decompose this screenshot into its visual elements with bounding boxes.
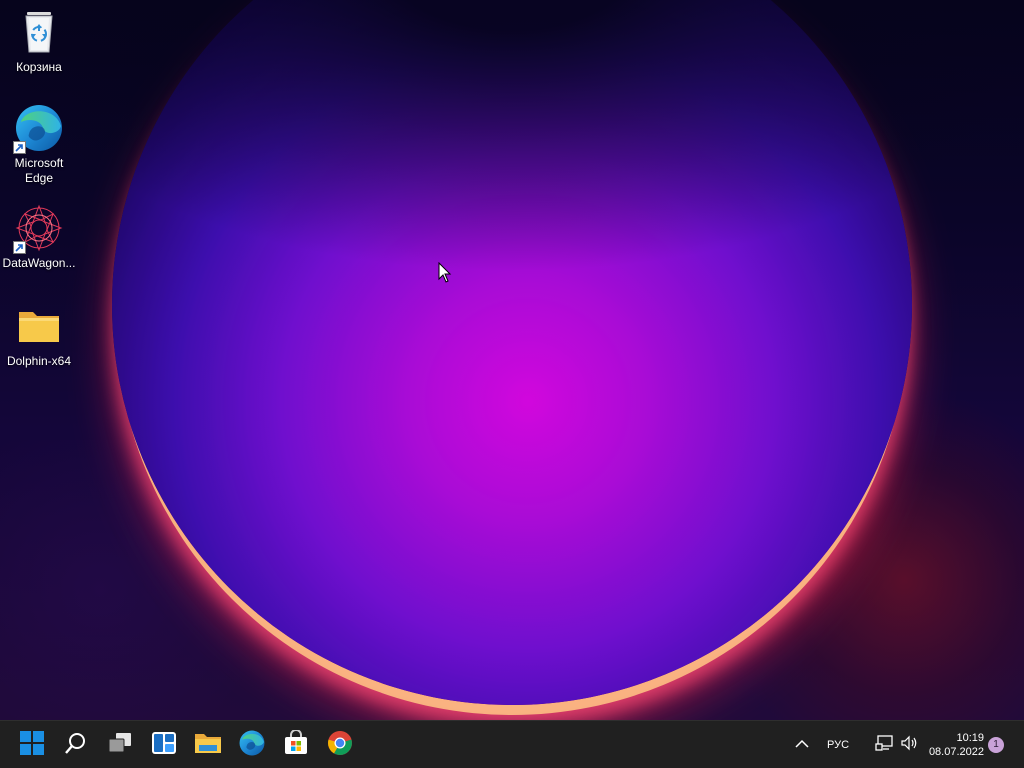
taskbar: РУС 10:19 08.07.2022 1	[0, 720, 1024, 768]
clock-date: 08.07.2022	[928, 746, 984, 758]
language-indicator[interactable]: РУС	[827, 739, 849, 751]
notification-badge[interactable]: 1	[988, 737, 1004, 753]
store-button[interactable]	[276, 727, 316, 763]
tray-overflow-button[interactable]	[784, 727, 820, 763]
chrome-button[interactable]	[320, 727, 360, 763]
desktop-icon-label: Dolphin-x64	[6, 354, 72, 368]
clock-time: 10:19	[956, 732, 984, 744]
start-button[interactable]	[12, 727, 52, 763]
edge-icon	[13, 104, 63, 154]
task-view-icon	[107, 732, 133, 759]
desktop-icon-label: Корзина	[16, 60, 62, 74]
folder-icon	[15, 302, 63, 350]
chrome-icon	[327, 730, 353, 761]
file-explorer-icon	[194, 731, 222, 760]
shortcut-arrow-icon	[13, 141, 26, 154]
desktop-icon-label: Microsoft Edge	[14, 156, 64, 185]
windows-start-icon	[20, 730, 44, 760]
clock-button[interactable]: 10:19 08.07.2022	[918, 727, 984, 763]
desktop-icon-datawagon[interactable]: DataWagon...	[1, 204, 77, 271]
speaker-icon	[901, 735, 919, 756]
desktop-icon-edge[interactable]: Microsoft Edge	[1, 104, 77, 186]
recycle-bin-icon	[15, 8, 63, 56]
widgets-icon	[151, 731, 177, 760]
network-icon	[875, 734, 893, 756]
chevron-up-icon	[795, 736, 809, 754]
desktop-icon-recycle-bin[interactable]: Корзина	[1, 8, 77, 75]
shortcut-arrow-icon	[13, 241, 26, 254]
desktop-wallpaper: Корзина Microsoft Edge DataWagon... Dolp…	[0, 0, 1024, 720]
file-explorer-button[interactable]	[188, 727, 228, 763]
task-view-button[interactable]	[100, 727, 140, 763]
mouse-pointer-icon	[438, 261, 452, 289]
wallpaper-top-fade	[0, 0, 1024, 720]
edge-icon	[239, 730, 265, 761]
datawagon-icon	[13, 204, 63, 254]
search-button[interactable]	[56, 727, 96, 763]
desktop-icon-label: DataWagon...	[2, 256, 76, 270]
store-icon	[283, 728, 309, 761]
desktop-icon-dolphin-folder[interactable]: Dolphin-x64	[1, 302, 77, 369]
search-icon	[64, 731, 88, 760]
edge-taskbar-button[interactable]	[232, 727, 272, 763]
widgets-button[interactable]	[144, 727, 184, 763]
